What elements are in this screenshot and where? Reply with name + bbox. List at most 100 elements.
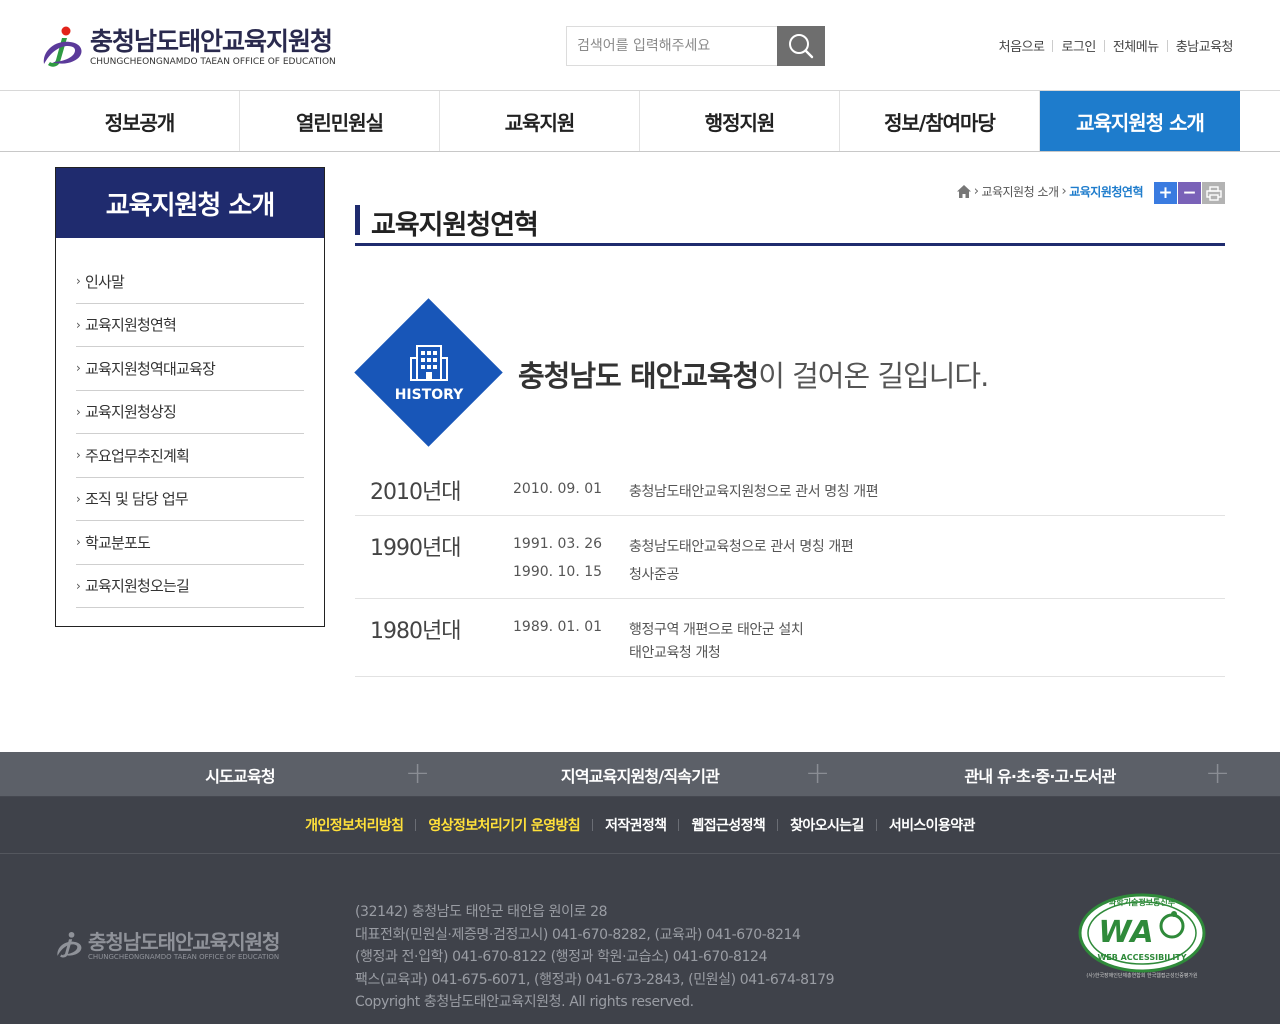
gnb-item-about[interactable]: 교육지원청 소개 <box>1040 91 1240 151</box>
footer-address: (32142) 충청남도 태안군 태안읍 원이로 28 <box>355 904 608 920</box>
site-header: 충청남도태안교육지원청 CHUNGCHEONGNAMDO TAEAN OFFIC… <box>0 0 1280 91</box>
search-button[interactable] <box>777 26 825 66</box>
breadcrumb-item[interactable]: 교육지원청 소개 <box>981 183 1059 200</box>
gnb-item-education-support[interactable]: 교육지원 <box>440 91 640 151</box>
building-icon <box>410 345 448 381</box>
chevron-right-icon: › <box>76 448 81 463</box>
chevron-right-icon: › <box>76 535 81 550</box>
side-menu-item-school-map[interactable]: › 학교분포도 <box>76 521 304 565</box>
policy-cctv[interactable]: 영상정보처리기기 운영방침 <box>416 815 592 835</box>
home-icon[interactable] <box>956 185 971 198</box>
event-date: 1991. 03. 26 <box>513 536 603 552</box>
chevron-right-icon: › <box>76 274 81 289</box>
plus-icon[interactable]: + <box>405 759 430 789</box>
search-icon <box>789 34 814 59</box>
printer-icon <box>1205 185 1222 201</box>
policy-directions[interactable]: 찾아오시는길 <box>778 815 876 835</box>
event-desc: 청사준공 <box>629 567 679 583</box>
gnb-item-admin-support[interactable]: 행정지원 <box>640 91 840 151</box>
timeline-era: 1980년대 1989. 01. 01 행정구역 개편으로 태안군 설치 태안교… <box>355 599 1225 677</box>
page-tools: + − <box>1154 182 1225 204</box>
related-sites-bar: 시도교육청 + 지역교육지원청/직속기관 + 관내 유·초·중·고·도서관 + <box>0 752 1280 797</box>
side-menu-item-greeting[interactable]: › 인사말 <box>76 260 304 304</box>
gnb-item-info-disclosure[interactable]: 정보공개 <box>40 91 240 151</box>
event-date: 2010. 09. 01 <box>513 481 603 497</box>
history-timeline: 2010년대 2010. 09. 01 충청남도태안교육지원청으로 관서 명칭 … <box>355 464 1225 677</box>
side-menu-item-history[interactable]: › 교육지원청연혁 <box>76 304 304 347</box>
util-link-home[interactable]: 처음으로 <box>991 36 1053 55</box>
history-label: HISTORY <box>394 387 464 403</box>
util-link-login[interactable]: 로그인 <box>1053 36 1103 55</box>
event-date <box>513 642 629 662</box>
policy-accessibility[interactable]: 웹접근성정책 <box>679 815 777 835</box>
logo-emblem-icon <box>57 931 82 958</box>
minus-icon: − <box>1182 182 1197 203</box>
util-link-sitemap[interactable]: 전체메뉴 <box>1105 36 1167 55</box>
chevron-right-icon: › <box>76 361 81 376</box>
plus-icon[interactable]: + <box>1205 759 1230 789</box>
event-date: 1989. 01. 01 <box>513 619 603 635</box>
logo-emblem-icon <box>43 26 82 67</box>
logo-subtitle: CHUNGCHEONGNAMDO TAEAN OFFICE OF EDUCATI… <box>90 57 336 67</box>
related-site-schools-libraries[interactable]: 관내 유·초·중·고·도서관 <box>840 752 1240 797</box>
intro-strong: 충청남도 태안교육청 <box>518 359 759 393</box>
timeline-event: 태안교육청 개청 <box>513 642 1225 662</box>
timeline-event: 1989. 01. 01 행정구역 개편으로 태안군 설치 <box>513 619 1225 642</box>
side-menu-label: 교육지원청상징 <box>85 403 177 422</box>
policy-privacy[interactable]: 개인정보처리방침 <box>293 815 415 835</box>
timeline-event: 2010. 09. 01 충청남도태안교육지원청으로 관서 명칭 개편 <box>513 481 1225 501</box>
zoom-in-button[interactable]: + <box>1154 182 1177 204</box>
chevron-right-icon: › <box>1061 184 1067 199</box>
site-footer: 충청남도태안교육지원청 CHUNGCHEONGNAMDO TAEAN OFFIC… <box>0 854 1280 1024</box>
search-input[interactable] <box>566 26 777 66</box>
footer-phone: 대표전화(민원실·제증명·검정고시) 041-670-8282, (교육과) 0… <box>355 926 801 943</box>
wa-bottom-text: (사)한국장애인단체총연합회 한국웹접근성인증평가원 <box>1086 972 1198 979</box>
side-menu-item-superintendents[interactable]: › 교육지원청역대교육장 <box>76 347 304 391</box>
intro-text: 충청남도 태안교육청이 걸어온 길입니다. <box>518 353 989 395</box>
era-year: 1980년대 <box>370 619 461 644</box>
event-desc: 충청남도태안교육청으로 관서 명칭 개편 <box>629 539 854 555</box>
utility-nav: 처음으로 로그인 전체메뉴 충남교육청 <box>991 36 1234 55</box>
breadcrumb-current: 교육지원청연혁 <box>1069 185 1143 199</box>
print-button[interactable] <box>1202 182 1225 204</box>
policy-links: 개인정보처리방침 영상정보처리기기 운영방침 저작권정책 웹접근성정책 찾아오시… <box>0 797 1280 854</box>
gnb-item-civil-service[interactable]: 열린민원실 <box>240 91 440 151</box>
chevron-right-icon: › <box>973 184 979 199</box>
related-site-provincial-offices[interactable]: 시도교육청 <box>40 752 440 797</box>
web-accessibility-mark-icon[interactable]: 과학기술정보통신부 WA WEB ACCESSIBILITY (사)한국장애인단… <box>1074 890 1210 980</box>
side-menu-item-work-plan[interactable]: › 주요업무추진계획 <box>76 434 304 478</box>
policy-terms[interactable]: 서비스이용약관 <box>877 815 987 835</box>
wa-ring-text: WEB ACCESSIBILITY <box>1097 953 1186 962</box>
gnb-item-participation[interactable]: 정보/참여마당 <box>840 91 1040 151</box>
chevron-right-icon: › <box>76 404 81 419</box>
side-menu: 교육지원청 소개 › 인사말 › 교육지원청연혁 › 교육지원청역대교육장 › 교육지원… <box>55 167 325 627</box>
breadcrumb: › 교육지원청 소개 › 교육지원청연혁 <box>956 183 1143 200</box>
wa-top-text: 과학기술정보통신부 <box>1109 897 1176 907</box>
footer-copyright: Copyright 충청남도태안교육지원청. All rights reserv… <box>355 994 694 1011</box>
main-nav: 정보공개 열린민원실 교육지원 행정지원 정보/참여마당 교육지원청 소개 <box>0 91 1280 152</box>
timeline-era: 1990년대 1991. 03. 26 충청남도태안교육청으로 관서 명칭 개편… <box>355 516 1225 599</box>
plus-icon: + <box>1158 182 1173 203</box>
event-date: 1990. 10. 15 <box>513 564 603 580</box>
footer-contact-info: (32142) 충청남도 태안군 태안읍 원이로 28 대표전화(민원실·제증명… <box>355 901 835 1014</box>
footer-fax: 팩스(교육과) 041-675-6071, (행정과) 041-673-2843… <box>355 971 835 988</box>
util-link-chungnam-edu[interactable]: 충남교육청 <box>1168 36 1234 55</box>
policy-copyright[interactable]: 저작권정책 <box>593 815 678 835</box>
side-menu-item-symbol[interactable]: › 교육지원청상징 <box>76 391 304 434</box>
side-menu-title: 교육지원청 소개 <box>56 168 324 238</box>
plus-icon[interactable]: + <box>805 759 830 789</box>
side-menu-item-organization[interactable]: › 조직 및 담당 업무 <box>76 478 304 521</box>
footer-logo-title: 충청남도태안교육지원청 <box>88 930 280 954</box>
related-site-regional-offices[interactable]: 지역교육지원청/직속기관 <box>440 752 840 797</box>
footer-phone-admin: (행정과 전·입학) 041-670-8122 (행정과 학원·교습소) 041… <box>355 949 768 966</box>
side-menu-label: 교육지원청역대교육장 <box>85 359 216 378</box>
chevron-right-icon: › <box>76 491 81 506</box>
side-menu-item-directions[interactable]: › 교육지원청오는길 <box>76 565 304 608</box>
zoom-out-button[interactable]: − <box>1178 182 1201 204</box>
wa-main-text: WA <box>1098 915 1153 950</box>
site-logo[interactable]: 충청남도태안교육지원청 CHUNGCHEONGNAMDO TAEAN OFFIC… <box>40 22 340 72</box>
logo-title: 충청남도태안교육지원청 <box>90 27 333 56</box>
side-menu-label: 교육지원청오는길 <box>85 577 190 596</box>
side-menu-label: 교육지원청연혁 <box>85 316 177 335</box>
event-desc: 태안교육청 개청 <box>629 645 721 661</box>
